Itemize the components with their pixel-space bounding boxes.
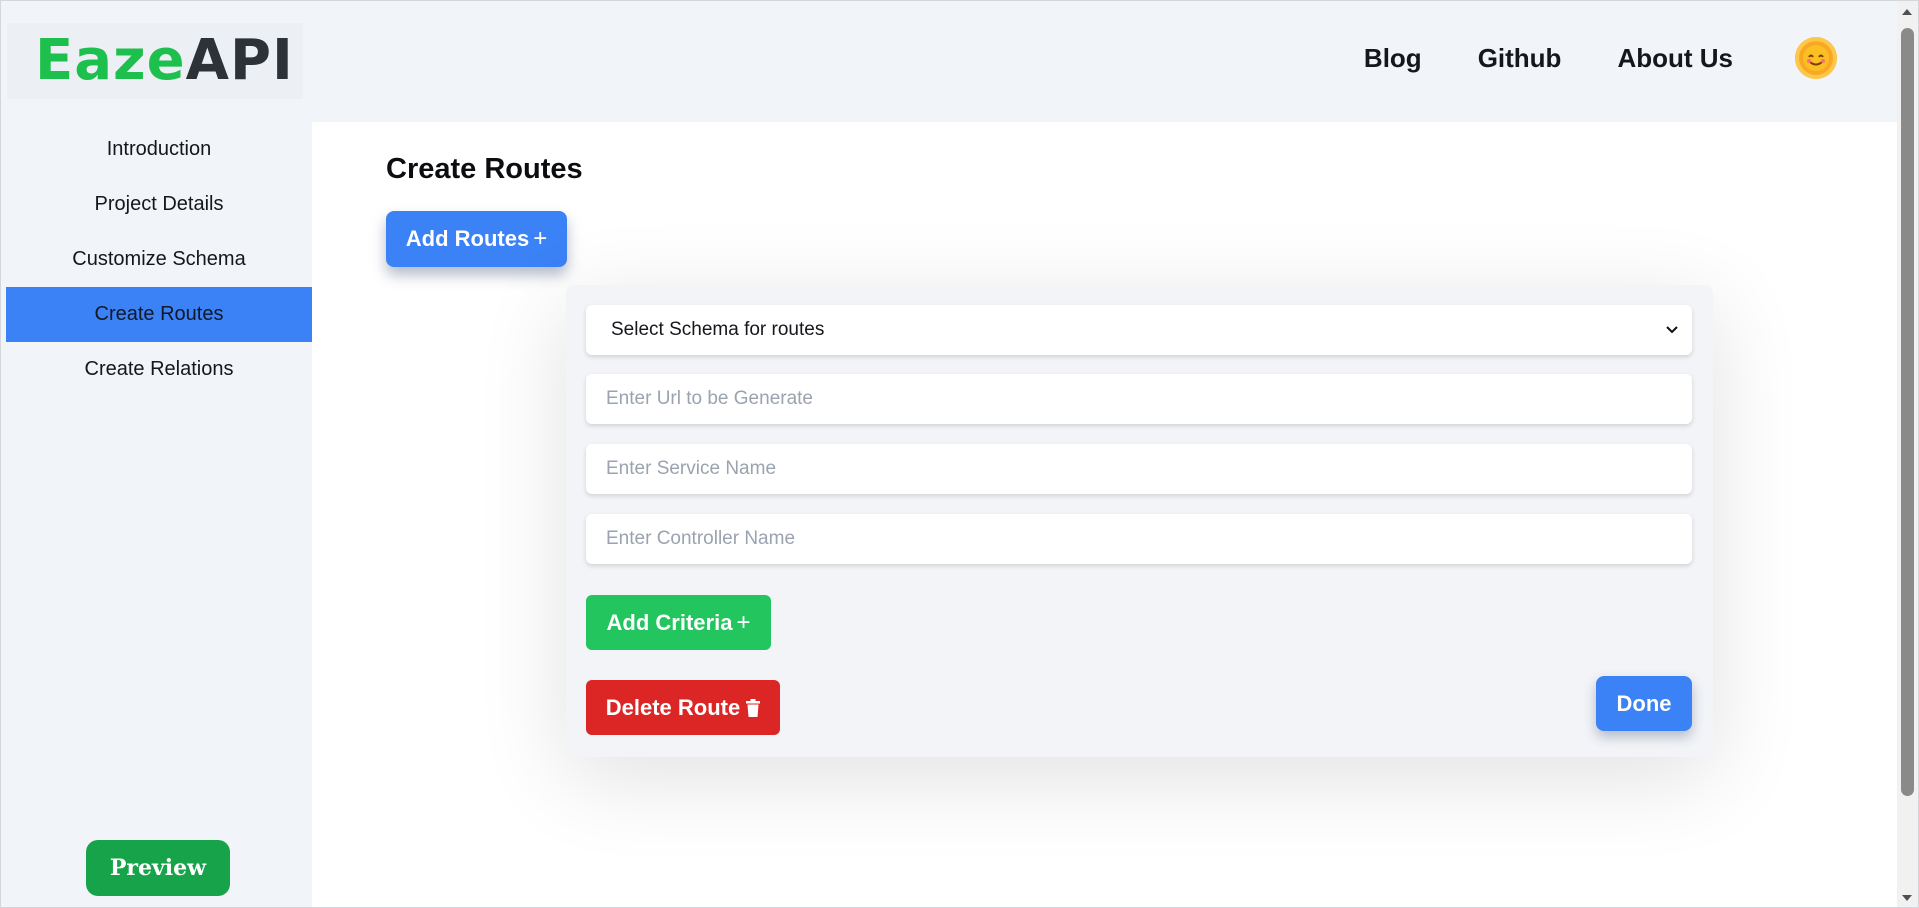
add-routes-label: Add Routes: [405, 226, 530, 251]
plus-icon: +: [533, 225, 548, 252]
plus-icon: +: [736, 608, 751, 636]
trash-icon: [746, 698, 761, 717]
nav-link-blog[interactable]: Blog: [1364, 43, 1422, 74]
logo-eaze: Eaze: [35, 28, 186, 93]
top-header: Eaze API Blog Github About Us: [1, 1, 1899, 122]
sidebar-item-customize-schema[interactable]: Customize Schema: [6, 232, 312, 287]
sidebar-item-project-details[interactable]: Project Details: [6, 177, 312, 232]
nav-link-about-us[interactable]: About Us: [1617, 43, 1733, 74]
url-input[interactable]: Enter Url to be Generate: [586, 374, 1692, 424]
sidebar-item-introduction[interactable]: Introduction: [6, 122, 312, 177]
schema-select-value: Select Schema for routes: [611, 319, 825, 340]
main-content: Create Routes Add Routes + Select Schema …: [312, 122, 1899, 907]
chevron-down-icon: [1666, 321, 1678, 339]
scroll-thumb[interactable]: [1901, 28, 1914, 796]
add-criteria-label: Add Criteria: [606, 609, 733, 635]
route-card: Select Schema for routes Enter Url to be…: [566, 285, 1713, 757]
preview-button[interactable]: Preview: [86, 840, 230, 896]
delete-route-button[interactable]: Delete Route: [586, 680, 780, 735]
controller-name-input[interactable]: Enter Controller Name: [586, 514, 1692, 564]
logo-api: API: [185, 28, 294, 93]
sun-face-icon: [1803, 45, 1829, 71]
service-name-input[interactable]: Enter Service Name: [586, 444, 1692, 494]
add-criteria-button[interactable]: Add Criteria +: [586, 595, 771, 650]
sun-icon[interactable]: [1795, 37, 1837, 79]
sidebar-item-create-routes[interactable]: Create Routes: [6, 287, 312, 342]
scroll-down-arrow-icon[interactable]: [1902, 895, 1912, 901]
logo[interactable]: Eaze API: [7, 23, 303, 99]
done-button[interactable]: Done: [1596, 676, 1692, 731]
schema-select[interactable]: Select Schema for routes: [586, 305, 1692, 355]
vertical-scrollbar[interactable]: [1897, 1, 1918, 907]
app-window: Eaze API Blog Github About Us Introductio…: [0, 0, 1919, 908]
sidebar-item-create-relations[interactable]: Create Relations: [6, 342, 312, 397]
nav-link-github[interactable]: Github: [1478, 43, 1562, 74]
page-title: Create Routes: [386, 153, 583, 185]
add-routes-button[interactable]: Add Routes +: [386, 211, 567, 267]
sidebar: Introduction Project Details Customize S…: [6, 122, 312, 907]
scroll-up-arrow-icon[interactable]: [1902, 9, 1912, 15]
top-nav: Blog Github About Us: [1308, 37, 1837, 79]
delete-route-label: Delete Route: [605, 694, 741, 720]
